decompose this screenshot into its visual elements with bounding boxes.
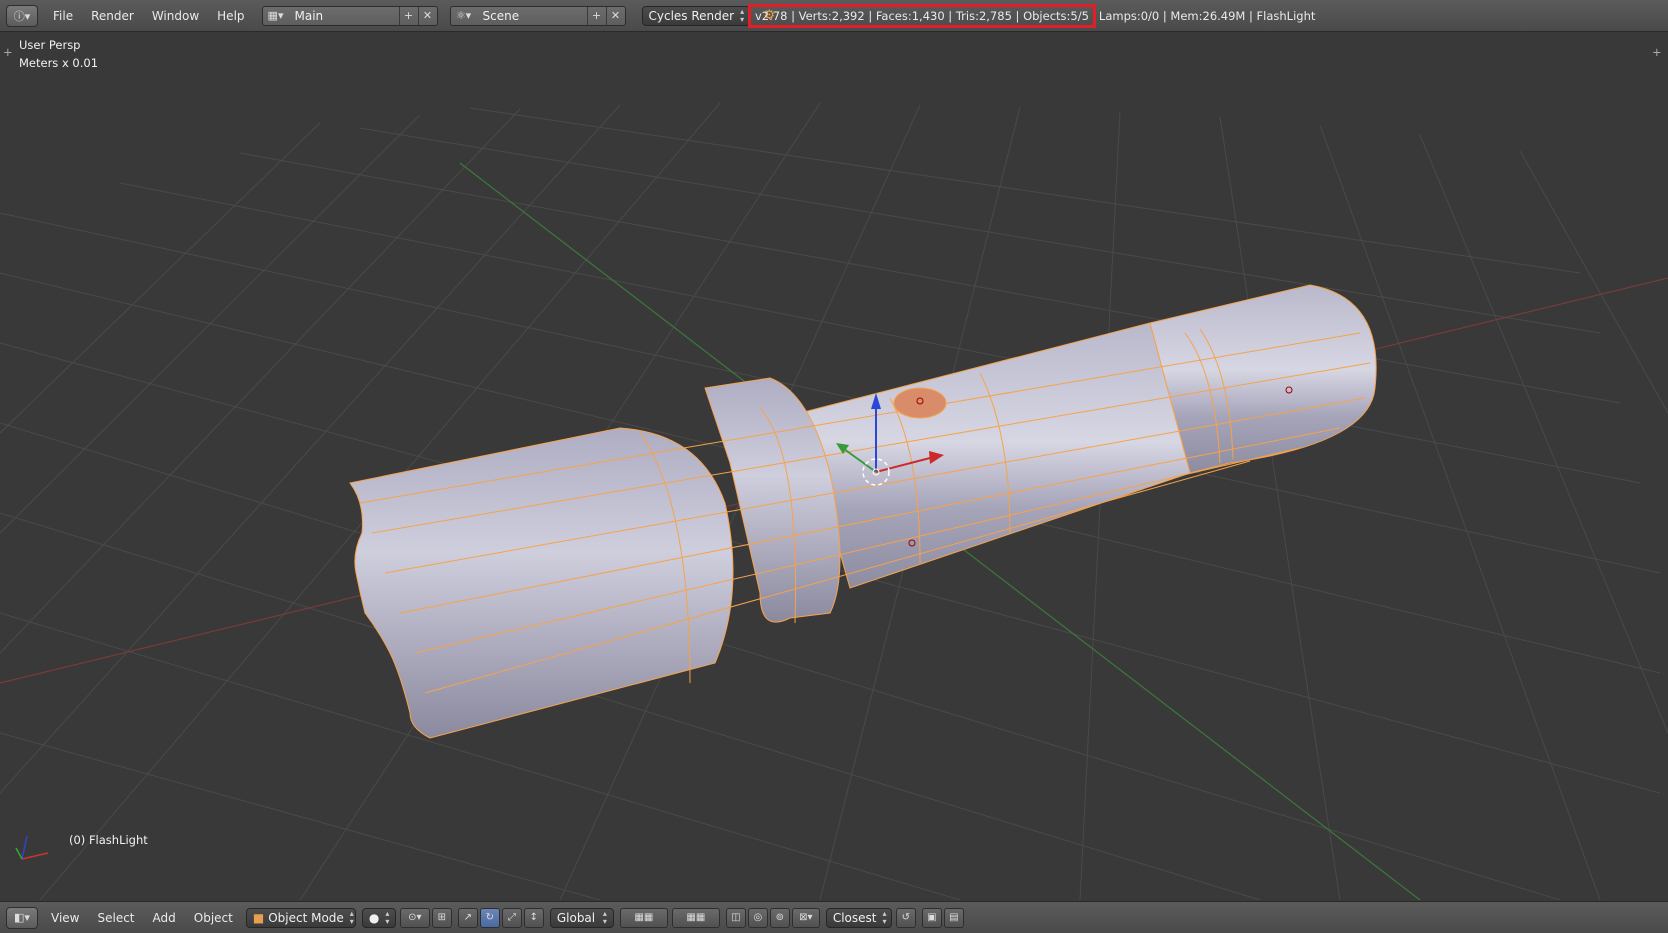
- dropdown-arrows-icon: ▴ ▾: [740, 6, 745, 24]
- scene-selector[interactable]: ⚛▾ Scene + ✕: [449, 5, 626, 26]
- menu-help[interactable]: Help: [208, 9, 253, 23]
- properties-toggle-icon[interactable]: +: [1652, 45, 1662, 59]
- layer-buttons: ▦▦ ▦▦: [619, 907, 722, 928]
- viewport-header: ◧▾ View Select Add Object ■ Object Mode …: [0, 901, 1668, 933]
- flashlight-mesh[interactable]: [349, 284, 1377, 739]
- 3d-view-icon: ◧▾: [14, 911, 30, 924]
- screen-layout-selector[interactable]: ▦▾ Main + ✕: [261, 5, 438, 26]
- stats-highlighted-text: v2.78 | Verts:2,392 | Faces:1,430 | Tris…: [755, 9, 1089, 23]
- dropdown-arrows-icon: ▴ ▾: [349, 908, 354, 926]
- editor-type-button[interactable]: ◧▾: [6, 906, 38, 929]
- object-mode-icon: ■: [252, 910, 265, 925]
- info-icon: ⓘ▾: [13, 9, 31, 23]
- dropdown-arrows-icon: ▴ ▾: [385, 908, 390, 926]
- solid-shading-icon: ●: [368, 910, 380, 925]
- menu-object[interactable]: Object: [185, 911, 242, 925]
- editor-type-button[interactable]: ⓘ▾: [6, 4, 38, 27]
- stats-rest-text: Lamps:0/0 | Mem:26.49M | FlashLight: [1098, 9, 1316, 23]
- scene-statistics: v2.78 | Verts:2,392 | Faces:1,430 | Tris…: [748, 4, 1315, 28]
- snap-toggle-icon[interactable]: ⊚: [769, 907, 790, 928]
- mode-dropdown[interactable]: ■ Object Mode ▴ ▾: [245, 907, 356, 928]
- dropdown-arrows-icon: ▴ ▾: [882, 908, 887, 926]
- 3d-viewport[interactable]: User Persp Meters x 0.01 (0) FlashLight …: [0, 33, 1668, 900]
- toolshelf-toggle-icon[interactable]: +: [3, 45, 13, 59]
- transform-orientation-icon[interactable]: ↕: [523, 907, 544, 928]
- menu-add[interactable]: Add: [144, 911, 185, 925]
- menu-window[interactable]: Window: [143, 9, 208, 23]
- view-name-label: User Persp: [19, 38, 81, 52]
- proportional-edit-icon[interactable]: ◎: [747, 907, 768, 928]
- view-axis-gizmo: [15, 835, 49, 860]
- translate-manipulator-icon[interactable]: ↗: [457, 907, 478, 928]
- align-rotation-icon[interactable]: ↺: [895, 907, 916, 928]
- snap-target-dropdown[interactable]: Closest ▴ ▾: [825, 907, 892, 928]
- layout-grid-icon[interactable]: ▦▾: [263, 7, 289, 25]
- scene-name[interactable]: Scene: [477, 9, 587, 23]
- menu-select[interactable]: Select: [88, 911, 143, 925]
- add-scene-icon[interactable]: +: [586, 6, 606, 25]
- menu-render[interactable]: Render: [82, 9, 143, 23]
- pivot-and-manipulator-group: ⊙▾ ⊞ ↗ ↻ ⤢ ↕: [399, 907, 546, 928]
- viewport-canvas[interactable]: [0, 33, 1668, 900]
- units-label: Meters x 0.01: [19, 56, 99, 70]
- screen-layout-name[interactable]: Main: [289, 9, 399, 23]
- remove-screen-icon[interactable]: ✕: [417, 6, 437, 25]
- render-engine-dropdown[interactable]: Cycles Render ▴ ▾: [641, 5, 750, 26]
- opengl-render-image-icon[interactable]: ▣: [921, 907, 942, 928]
- snap-element-icon[interactable]: ⊠▾: [791, 907, 820, 928]
- remove-scene-icon[interactable]: ✕: [605, 6, 625, 25]
- orientation-dropdown[interactable]: Global ▴ ▾: [549, 907, 614, 928]
- layers-11-20-icon[interactable]: ▦▦: [671, 907, 720, 928]
- snap-and-proportional-group: ◫ ◎ ⊚ ⊠▾: [725, 907, 822, 928]
- stats-highlight-box: v2.78 | Verts:2,392 | Faces:1,430 | Tris…: [748, 4, 1096, 28]
- shading-dropdown[interactable]: ● ▴ ▾: [361, 907, 396, 928]
- rotate-manipulator-icon[interactable]: ↻: [479, 907, 500, 928]
- snap-target-label: Closest: [832, 910, 877, 925]
- add-screen-icon[interactable]: +: [398, 6, 418, 25]
- render-buttons: ↺ ▣ ▤: [895, 907, 966, 928]
- dropdown-arrows-icon: ▴ ▾: [602, 908, 607, 926]
- manipulator-toggle-icon[interactable]: ⊞: [431, 907, 452, 928]
- pivot-point-icon[interactable]: ⊙▾: [399, 907, 430, 928]
- orientation-label: Global: [556, 910, 596, 925]
- lock-camera-icon[interactable]: ◫: [725, 907, 746, 928]
- active-object-label: (0) FlashLight: [69, 833, 148, 847]
- menu-view[interactable]: View: [42, 911, 88, 925]
- menu-file[interactable]: File: [44, 9, 82, 23]
- scale-manipulator-icon[interactable]: ⤢: [501, 907, 522, 928]
- mode-label: Object Mode: [268, 910, 344, 925]
- opengl-render-animation-icon[interactable]: ▤: [943, 907, 964, 928]
- scene-icon[interactable]: ⚛▾: [451, 7, 477, 25]
- layers-1-10-icon[interactable]: ▦▦: [619, 907, 668, 928]
- render-engine-label: Cycles Render: [648, 8, 735, 23]
